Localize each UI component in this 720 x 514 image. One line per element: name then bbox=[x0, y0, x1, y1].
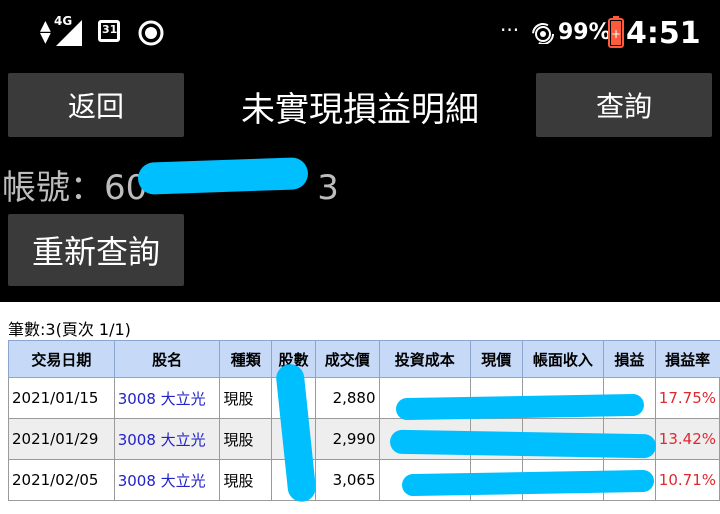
table-header-row: 交易日期 股名 種類 股數 成交價 投資成本 現價 帳面收入 損益 損益率 bbox=[8, 340, 720, 378]
account-suffix: 3 bbox=[317, 168, 339, 208]
svg-text:+: + bbox=[611, 27, 621, 41]
trade-type: 現股 bbox=[219, 377, 273, 419]
pl-rate: 10.71% bbox=[654, 459, 720, 501]
account-label: 帳號： bbox=[2, 168, 104, 208]
stock-name-link[interactable]: 3008 大立光 bbox=[113, 418, 221, 460]
trade-price: 3,065 bbox=[314, 459, 380, 501]
trade-price: 2,990 bbox=[314, 418, 380, 460]
sync-icon bbox=[138, 20, 164, 46]
battery-charging-icon: + bbox=[608, 16, 624, 48]
trade-date: 2021/01/15 bbox=[8, 377, 115, 419]
signal-arrows-icon: ▲ ▼ bbox=[40, 18, 51, 46]
account-redaction bbox=[137, 157, 309, 195]
signal-icon bbox=[56, 20, 82, 46]
query-button[interactable]: 查詢 bbox=[536, 73, 712, 137]
row3-redaction bbox=[401, 469, 655, 497]
column-header: 成交價 bbox=[314, 340, 380, 378]
trade-type: 現股 bbox=[219, 418, 273, 460]
clock: 4:51 bbox=[626, 16, 701, 51]
column-header: 種類 bbox=[219, 340, 273, 378]
page-title: 未實現損益明細 bbox=[241, 90, 479, 130]
pl-rate: 17.75% bbox=[654, 377, 720, 419]
trade-type: 現股 bbox=[219, 459, 273, 501]
back-button[interactable]: 返回 bbox=[8, 73, 184, 137]
battery-percent: 99% bbox=[558, 20, 611, 45]
trade-date: 2021/02/05 bbox=[8, 459, 115, 501]
hotspot-icon bbox=[532, 23, 554, 44]
column-header: 現價 bbox=[469, 340, 523, 378]
requery-button[interactable]: 重新查詢 bbox=[8, 214, 184, 286]
column-header: 損益率 bbox=[654, 340, 720, 378]
result-panel: 筆數:3(頁次 1/1) 交易日期 股名 種類 股數 成交價 投資成本 現價 帳… bbox=[0, 302, 720, 514]
app-header: 返回 未實現損益明細 查詢 帳號：60 3 重新查詢 bbox=[0, 66, 720, 302]
stock-name-link[interactable]: 3008 大立光 bbox=[113, 377, 221, 419]
pl-rate: 13.42% bbox=[654, 418, 720, 460]
more-icon: ··· bbox=[500, 18, 520, 42]
trade-date: 2021/01/29 bbox=[8, 418, 115, 460]
column-header: 交易日期 bbox=[8, 340, 115, 378]
stock-name-link[interactable]: 3008 大立光 bbox=[113, 459, 221, 501]
column-header: 帳面收入 bbox=[521, 340, 605, 378]
column-header: 損益 bbox=[603, 340, 656, 378]
calendar-day: 31 bbox=[102, 23, 118, 36]
trade-price: 2,880 bbox=[314, 377, 380, 419]
record-count: 筆數:3(頁次 1/1) bbox=[8, 320, 131, 339]
column-header: 股名 bbox=[113, 340, 221, 378]
row2-redaction bbox=[389, 429, 657, 459]
status-bar: ▲ ▼ 4G 31 ··· 99% + 4:51 bbox=[0, 0, 720, 66]
column-header: 投資成本 bbox=[378, 340, 471, 378]
row1-redaction bbox=[395, 393, 645, 421]
